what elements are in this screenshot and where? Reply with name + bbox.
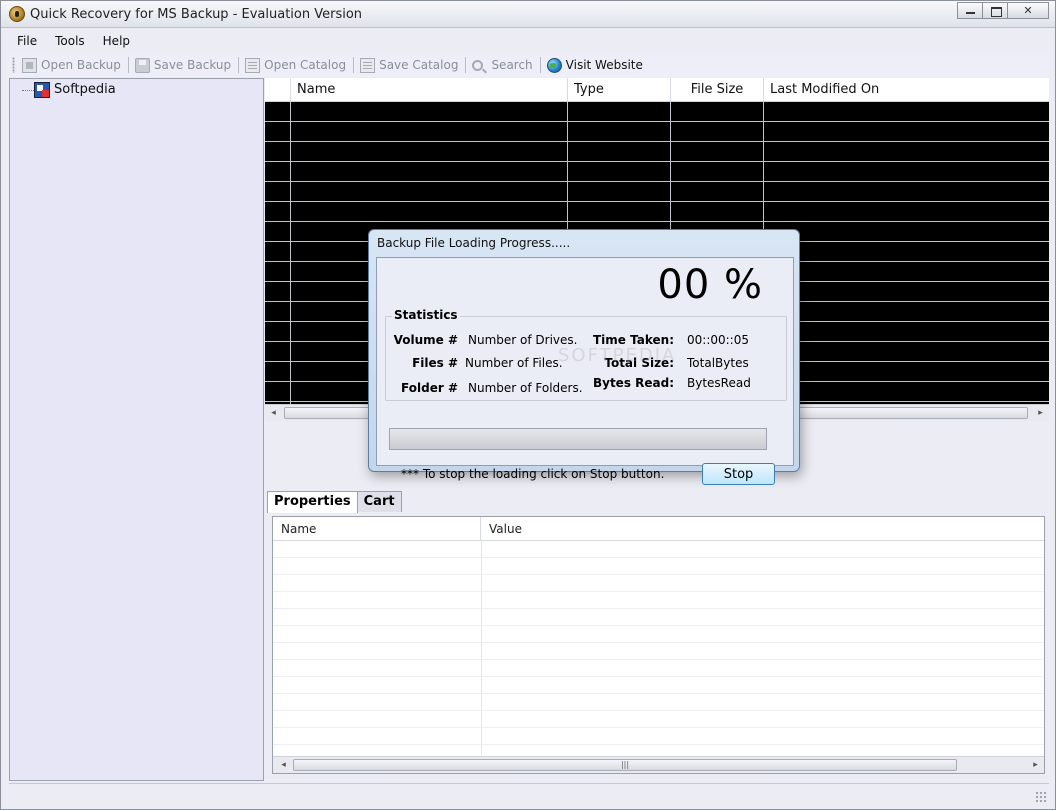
file-list-header: Name Type File Size Last Modified On (265, 78, 1049, 102)
progress-percent: 00 % (657, 262, 763, 308)
close-button[interactable]: ✕ (1007, 2, 1049, 19)
scroll-left-icon[interactable]: ◂ (265, 405, 282, 421)
toolbar-separator (539, 57, 541, 73)
scroll-thumb[interactable]: ||| (293, 759, 957, 771)
bytes-read-label: Bytes Read: (592, 376, 674, 390)
time-taken-value: 00::00::05 (687, 333, 749, 347)
volume-label: Volume # (393, 333, 458, 347)
window-title: Quick Recovery for MS Backup - Evaluatio… (30, 7, 363, 22)
column-header-select[interactable] (265, 78, 291, 102)
menu-help[interactable]: Help (95, 30, 138, 52)
app-icon (9, 6, 25, 22)
window-controls: ✕ (957, 2, 1049, 19)
volume-value: Number of Drives. (468, 333, 578, 347)
dialog-title: Backup File Loading Progress..... (377, 236, 571, 250)
menu-file[interactable]: File (9, 30, 45, 52)
status-bar (9, 783, 1049, 805)
toolbar-separator (238, 57, 240, 73)
save-backup-label: Save Backup (153, 58, 232, 72)
properties-grid[interactable]: Name Value ◂ ||| ▸ (272, 516, 1045, 774)
total-size-label: Total Size: (604, 356, 674, 370)
save-backup-button[interactable]: Save Backup (132, 54, 235, 76)
open-backup-label: Open Backup (41, 58, 121, 72)
save-catalog-label: Save Catalog (379, 58, 459, 72)
tab-properties[interactable]: Properties (267, 491, 358, 513)
save-backup-icon (134, 57, 150, 73)
toolbar: Open Backup Save Backup Open Catalog Sav… (9, 53, 1049, 77)
toolbar-grip[interactable] (12, 57, 15, 73)
files-value: Number of Files. (465, 356, 563, 370)
title-bar: Quick Recovery for MS Backup - Evaluatio… (1, 1, 1055, 28)
scroll-left-icon[interactable]: ◂ (275, 757, 292, 773)
open-backup-icon (22, 57, 37, 73)
open-catalog-icon (245, 57, 261, 73)
tree-item-root[interactable]: Softpedia (54, 82, 116, 97)
folder-tree[interactable]: Softpedia (9, 78, 264, 781)
properties-horizontal-scrollbar[interactable]: ◂ ||| ▸ (273, 756, 1044, 773)
maximize-button[interactable] (982, 2, 1008, 19)
search-button[interactable]: Search (469, 54, 536, 76)
menu-tools[interactable]: Tools (47, 30, 93, 52)
visit-website-label: Visit Website (565, 58, 643, 72)
total-size-value: TotalBytes (687, 356, 749, 370)
folder-label: Folder # (401, 381, 458, 395)
column-header-last-modified[interactable]: Last Modified On (764, 78, 1049, 102)
column-header-type[interactable]: Type (568, 78, 671, 102)
save-catalog-button[interactable]: Save Catalog (357, 54, 462, 76)
scroll-right-icon[interactable]: ▸ (1032, 405, 1049, 421)
toolbar-separator (127, 57, 129, 73)
dialog-body: 00 % Statistics Volume # Number of Drive… (376, 257, 794, 485)
statistics-group: Statistics Volume # Number of Drives. Fi… (385, 308, 787, 401)
folder-value: Number of Folders. (468, 381, 583, 395)
toolbar-separator (465, 57, 467, 73)
visit-website-button[interactable]: Visit Website (544, 54, 647, 76)
backup-drive-icon[interactable] (34, 82, 50, 98)
time-taken-label: Time Taken: (593, 333, 674, 347)
open-catalog-label: Open Catalog (264, 58, 347, 72)
column-header-prop-name[interactable]: Name (273, 517, 481, 541)
open-backup-button[interactable]: Open Backup (19, 54, 125, 76)
loading-progress-dialog: Backup File Loading Progress..... 00 % S… (368, 229, 800, 485)
toolbar-separator (353, 57, 355, 73)
resize-grip-icon[interactable] (1035, 791, 1047, 803)
bytes-read-value: BytesRead (687, 376, 751, 390)
column-header-file-size[interactable]: File Size (671, 78, 764, 102)
loading-progress-bar (389, 428, 767, 450)
tree-connector (22, 90, 34, 91)
search-icon (472, 59, 484, 71)
globe-icon (546, 57, 562, 73)
save-catalog-icon (360, 57, 376, 73)
search-label: Search (491, 58, 533, 72)
tab-cart[interactable]: Cart (356, 491, 402, 512)
close-icon: ✕ (1023, 4, 1033, 17)
column-header-prop-value[interactable]: Value (481, 517, 522, 541)
files-label: Files # (412, 356, 458, 370)
menu-bar: File Tools Help (9, 30, 1049, 52)
minimize-button[interactable] (957, 2, 983, 19)
stop-hint-text: *** To stop the loading click on Stop bu… (401, 467, 665, 481)
properties-body[interactable] (273, 541, 1044, 755)
open-catalog-button[interactable]: Open Catalog (242, 54, 350, 76)
scroll-right-icon[interactable]: ▸ (1027, 757, 1044, 773)
properties-header: Name Value (273, 517, 1044, 541)
statistics-title: Statistics (392, 308, 460, 322)
column-header-name[interactable]: Name (291, 78, 568, 102)
stop-button[interactable]: Stop (702, 463, 775, 485)
bottom-tabs: Properties Cart (267, 491, 402, 513)
